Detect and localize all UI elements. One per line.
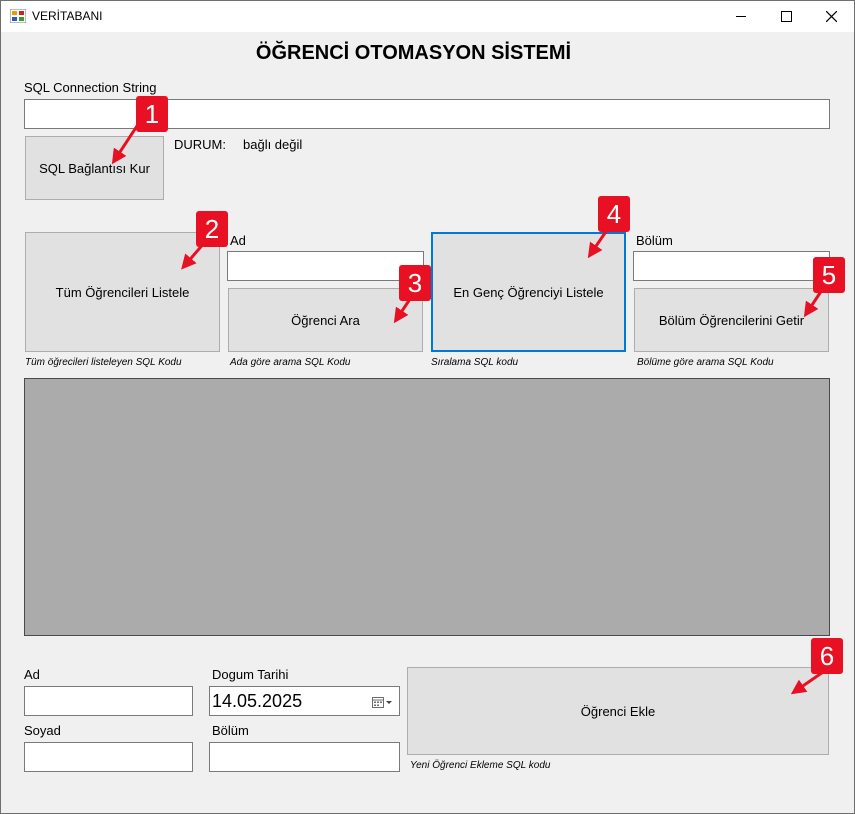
search-name-input[interactable]: [227, 251, 424, 281]
department-input[interactable]: [633, 251, 830, 281]
status-label: DURUM:: [174, 137, 226, 152]
status-value: bağlı değil: [243, 137, 303, 152]
annotation-badge-4: 4: [598, 196, 630, 232]
annotation-badge-6: 6: [811, 638, 843, 674]
add-student-button[interactable]: Öğrenci Ekle: [407, 667, 829, 755]
maximize-button[interactable]: [763, 1, 809, 32]
annotation-badge-3: 3: [399, 265, 431, 301]
department-sql-note: Bölüme göre arama SQL Kodu: [637, 357, 774, 368]
connection-string-label: SQL Connection String: [24, 80, 157, 95]
add-department-input[interactable]: [209, 742, 400, 772]
add-student-sql-note: Yeni Öğrenci Ekleme SQL kodu: [410, 760, 551, 771]
search-name-label: Ad: [230, 233, 246, 248]
search-student-button[interactable]: Öğrenci Ara: [228, 288, 423, 352]
annotation-badge-5: 5: [813, 257, 845, 293]
add-department-label: Bölüm: [212, 723, 249, 738]
calendar-dropdown-icon[interactable]: [372, 696, 394, 708]
add-name-label: Ad: [24, 667, 40, 682]
students-data-grid[interactable]: [24, 378, 830, 636]
close-icon: [825, 11, 837, 22]
annotation-badge-2: 2: [196, 211, 228, 247]
youngest-student-button[interactable]: En Genç Öğrenciyi Listele: [431, 232, 626, 352]
department-label: Bölüm: [636, 233, 673, 248]
youngest-sql-note: Sıralama SQL kodu: [431, 357, 519, 368]
page-title: ÖĞRENCİ OTOMASYON SİSTEMİ: [255, 42, 572, 64]
app-icon: [10, 9, 26, 23]
list-all-students-button[interactable]: Tüm Öğrencileri Listele: [25, 232, 220, 352]
annotation-badge-1: 1: [136, 96, 168, 132]
add-surname-input[interactable]: [24, 742, 193, 772]
app-window: VERİTABANI ÖĞRENCİ OTOMASYON SİSTEMİ SQL…: [0, 0, 855, 814]
maximize-icon: [780, 11, 792, 22]
add-surname-label: Soyad: [24, 723, 61, 738]
window-title: VERİTABANI: [32, 9, 103, 23]
search-sql-note: Ada göre arama SQL Kodu: [230, 357, 351, 368]
birth-date-label: Dogum Tarihi: [212, 667, 289, 682]
minimize-icon: [736, 16, 746, 17]
close-button[interactable]: [808, 1, 854, 32]
birth-date-picker[interactable]: 14.05.2025: [209, 686, 400, 716]
connect-button[interactable]: SQL Bağlantısı Kur: [25, 136, 164, 200]
list-all-sql-note: Tüm öğrecileri listeleyen SQL Kodu: [25, 357, 182, 368]
department-students-button[interactable]: Bölüm Öğrencilerini Getir: [634, 288, 829, 352]
title-bar: VERİTABANI: [1, 1, 854, 32]
minimize-button[interactable]: [718, 1, 764, 32]
birth-date-value: 14.05.2025: [212, 691, 303, 711]
add-name-input[interactable]: [24, 686, 193, 716]
